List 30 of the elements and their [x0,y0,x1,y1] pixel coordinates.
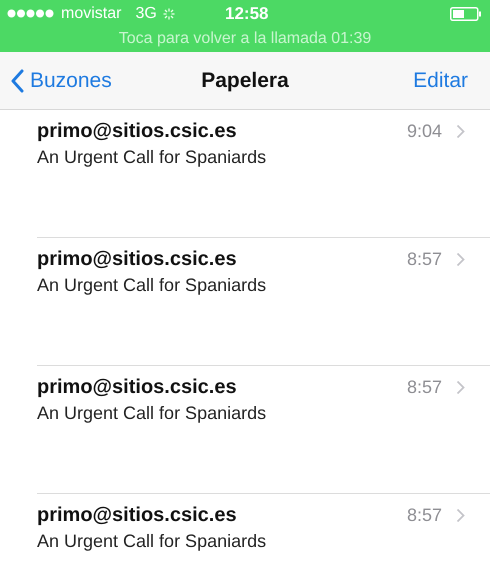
back-button[interactable]: Buzones [10,68,112,92]
chevron-right-icon [456,508,465,523]
chevron-right-icon [456,380,465,395]
message-time: 8:57 [406,377,442,398]
sender-address: primo@sitios.csic.es [37,376,238,399]
message-time: 9:04 [406,121,442,142]
activity-icon [162,8,175,20]
status-time: 12:58 [225,4,268,24]
battery-icon [450,6,482,20]
message-row[interactable]: primo@sitios.csic.es 8:57 An Urgent Call for Spaniards [37,366,490,494]
chevron-left-icon [10,68,24,92]
message-subject: An Urgent Call for Spaniards [37,531,268,552]
network-type: 3G [135,4,157,22]
edit-button[interactable]: Editar [413,68,468,92]
mailbox-title: Papelera [201,68,289,92]
message-row[interactable]: primo@sitios.csic.es 8:57 An Urgent Call for Spaniards [37,494,490,578]
message-subject: An Urgent Call for Spaniards [37,403,268,424]
message-time: 8:57 [406,249,442,270]
sender-address: primo@sitios.csic.es [37,504,238,527]
chevron-right-icon [456,124,465,139]
carrier-name: movistar [61,4,122,22]
message-row[interactable]: primo@sitios.csic.es 9:04 An Urgent Call for Spaniards [37,110,490,238]
message-row[interactable]: primo@sitios.csic.es 8:57 An Urgent Call for Spaniards [37,238,490,366]
sender-address: primo@sitios.csic.es [37,248,238,271]
message-time: 8:57 [406,505,442,526]
signal-icon [7,9,55,18]
message-subject: An Urgent Call for Spaniards [37,147,268,168]
chevron-right-icon [456,252,465,267]
sender-address: primo@sitios.csic.es [37,120,238,143]
message-subject: An Urgent Call for Spaniards [37,275,268,296]
